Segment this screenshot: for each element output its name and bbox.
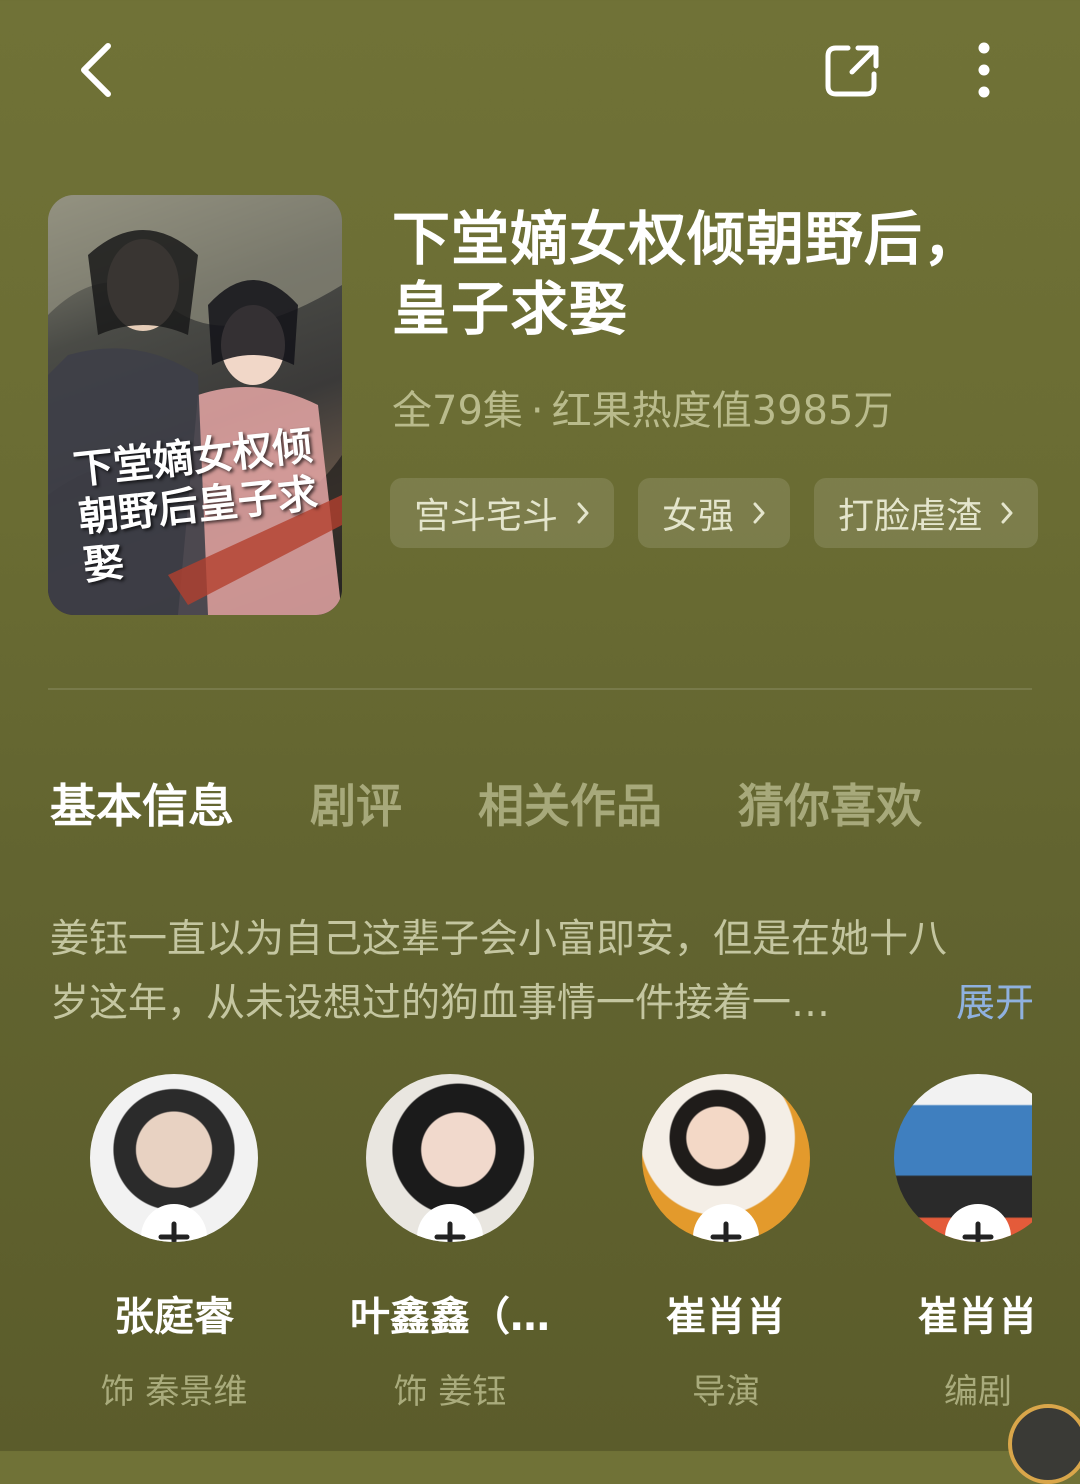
more-button[interactable] bbox=[960, 40, 1010, 102]
chevron-right-icon bbox=[1001, 502, 1013, 524]
synopsis-line: 姜钰一直以为自己这辈子会小富即安，但是在她十八 bbox=[50, 917, 948, 962]
chevron-right-icon bbox=[753, 502, 765, 524]
follow-button[interactable] bbox=[141, 1204, 207, 1242]
drama-meta: 全79集 · 红果热度值3985万 bbox=[392, 378, 893, 436]
tag-list: 宫斗宅斗 女强 打脸虐渣 bbox=[390, 478, 1039, 548]
synopsis-text: 岁这年，从未设想过的狗血事情一件接着一… bbox=[50, 981, 831, 1026]
avatar bbox=[366, 1074, 534, 1242]
cast-name: 叶鑫鑫（… bbox=[350, 1294, 550, 1340]
tab-basic-info[interactable]: 基本信息 bbox=[50, 770, 234, 836]
follow-button[interactable] bbox=[417, 1204, 483, 1242]
synopsis: 姜钰一直以为自己这辈子会小富即安，但是在她十八 岁这年，从未设想过的狗血事情一件… bbox=[50, 908, 1034, 1036]
episode-count: 全79集 bbox=[392, 388, 523, 434]
tag-chip[interactable]: 打脸虐渣 bbox=[814, 478, 1039, 548]
section-divider bbox=[48, 688, 1032, 690]
tag-label: 女强 bbox=[662, 496, 735, 537]
expand-link[interactable]: 展开 bbox=[956, 972, 1034, 1036]
tag-chip[interactable]: 宫斗宅斗 bbox=[390, 478, 615, 548]
tag-label: 打脸虐渣 bbox=[838, 496, 983, 537]
cast-name: 崔肖肖 bbox=[918, 1294, 1032, 1340]
tag-label: 宫斗宅斗 bbox=[414, 496, 559, 537]
plus-icon bbox=[710, 1221, 742, 1242]
avatar bbox=[642, 1074, 810, 1242]
floating-widget[interactable] bbox=[1008, 1404, 1080, 1484]
follow-button[interactable] bbox=[693, 1204, 759, 1242]
cast-member[interactable]: 张庭睿 饰 秦景维 bbox=[54, 1074, 294, 1413]
cast-role: 饰 秦景维 bbox=[100, 1372, 248, 1412]
tab-reviews[interactable]: 剧评 bbox=[310, 770, 402, 836]
back-button[interactable] bbox=[70, 38, 130, 102]
poster-image[interactable]: 下堂嫡女权倾朝野后皇子求娶 bbox=[48, 195, 342, 615]
heat-value: 红果热度值3985万 bbox=[551, 388, 894, 434]
more-vertical-icon bbox=[978, 42, 990, 98]
plus-icon bbox=[962, 1221, 994, 1242]
cast-role: 编剧 bbox=[944, 1372, 1012, 1412]
avatar bbox=[894, 1074, 1032, 1242]
synopsis-line: 岁这年，从未设想过的狗血事情一件接着一… 展开 bbox=[50, 972, 1034, 1036]
share-icon bbox=[825, 45, 879, 97]
cast-name: 张庭睿 bbox=[114, 1294, 234, 1340]
poster-title-art: 下堂嫡女权倾朝野后皇子求娶 bbox=[71, 421, 320, 590]
tab-recommendations[interactable]: 猜你喜欢 bbox=[738, 770, 922, 836]
chevron-right-icon bbox=[577, 502, 589, 524]
cast-member[interactable]: 崔肖肖 导演 bbox=[606, 1074, 846, 1413]
cast-role: 导演 bbox=[692, 1372, 760, 1412]
detail-tabs: 基本信息 剧评 相关作品 猜你喜欢 bbox=[50, 770, 922, 836]
cast-role: 饰 姜钰 bbox=[393, 1372, 507, 1412]
follow-button[interactable] bbox=[945, 1204, 1011, 1242]
avatar bbox=[90, 1074, 258, 1242]
plus-icon bbox=[434, 1221, 466, 1242]
drama-title: 下堂嫡女权倾朝野后，皇子求娶 bbox=[392, 207, 983, 342]
plus-icon bbox=[158, 1221, 190, 1242]
cast-member[interactable]: 叶鑫鑫（… 饰 姜钰 bbox=[330, 1074, 570, 1413]
tab-related-works[interactable]: 相关作品 bbox=[478, 770, 662, 836]
share-button[interactable] bbox=[822, 40, 884, 100]
cast-name: 崔肖肖 bbox=[666, 1294, 786, 1340]
chevron-left-icon bbox=[81, 43, 111, 97]
tag-chip[interactable]: 女强 bbox=[638, 478, 791, 548]
meta-separator: · bbox=[530, 388, 544, 434]
cast-member[interactable]: 崔肖肖 编剧 bbox=[858, 1074, 1032, 1413]
